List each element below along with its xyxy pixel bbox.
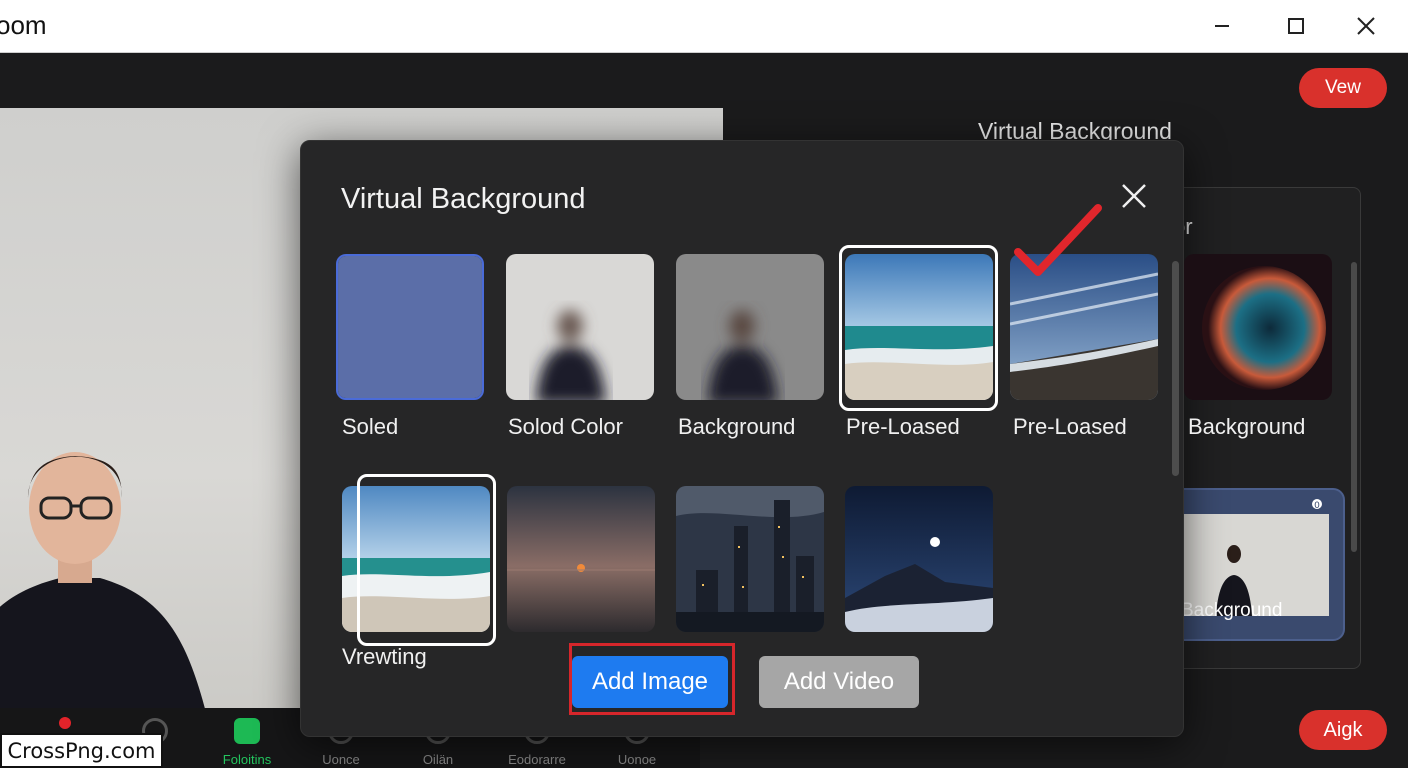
background-tile-blur-gray[interactable] bbox=[676, 254, 824, 400]
tile-label: Background bbox=[1188, 414, 1306, 439]
tile-label: Pre-Loased bbox=[846, 414, 960, 439]
toolbar-label: Uonoe bbox=[617, 752, 657, 767]
title-bar: oom bbox=[0, 0, 1408, 53]
dialog-scrollbar[interactable] bbox=[1172, 261, 1179, 476]
toolbar-label: Uonce bbox=[322, 752, 360, 767]
background-tile-blur-light[interactable] bbox=[506, 254, 654, 400]
recording-dot bbox=[59, 717, 71, 729]
side-card-label: Background bbox=[1181, 600, 1283, 621]
solid-color-swatch bbox=[338, 256, 482, 398]
add-video-button[interactable]: Add Video bbox=[759, 656, 919, 708]
add-image-button[interactable]: Add Image bbox=[572, 656, 728, 708]
mountain-stars-thumbnail bbox=[845, 486, 993, 632]
watermark: CrossPng.com bbox=[0, 733, 163, 768]
blurred-person-thumbnail bbox=[506, 254, 654, 400]
close-icon bbox=[1357, 17, 1375, 35]
background-tile-sunset[interactable] bbox=[507, 486, 655, 632]
toolbar-item-active[interactable]: Foloitins bbox=[202, 708, 292, 768]
maximize-icon bbox=[1288, 18, 1304, 34]
tile-label: Soled bbox=[342, 414, 399, 439]
participant-person-image bbox=[0, 452, 208, 718]
close-icon bbox=[1122, 184, 1146, 208]
bottom-right-red-button[interactable]: Aigk bbox=[1299, 710, 1387, 750]
tile-label: Vrewting bbox=[342, 644, 427, 669]
toolbar-label: Eodorarre bbox=[508, 752, 566, 767]
sunset-thumbnail bbox=[507, 486, 655, 632]
view-button[interactable]: Vew bbox=[1299, 68, 1387, 108]
dialog-close-button[interactable] bbox=[1117, 179, 1151, 213]
tile-label: Solod Color bbox=[508, 414, 623, 439]
tile-label: Pre-Loased bbox=[1013, 414, 1127, 439]
dialog-title: Virtual Background bbox=[341, 183, 586, 215]
toolbar-label: Oilän bbox=[422, 752, 454, 767]
tile-label: Background bbox=[678, 414, 796, 439]
checkmark-icon bbox=[1014, 204, 1102, 276]
share-icon bbox=[234, 718, 260, 744]
maximize-button[interactable] bbox=[1272, 8, 1320, 44]
blurred-person-thumbnail bbox=[676, 254, 824, 400]
selected-tile-frame bbox=[357, 474, 496, 646]
side-panel-scrollbar[interactable] bbox=[1351, 262, 1357, 552]
toolbar-label: Foloitins bbox=[222, 752, 272, 767]
background-tile-mountain[interactable] bbox=[845, 486, 993, 632]
window-close-button[interactable] bbox=[1342, 8, 1390, 44]
background-tile-city[interactable] bbox=[676, 486, 824, 632]
space-orb-thumbnail bbox=[1184, 254, 1332, 400]
city-night-thumbnail bbox=[676, 486, 824, 632]
minimize-icon bbox=[1215, 25, 1229, 27]
background-tile-space[interactable] bbox=[1184, 254, 1332, 400]
side-card-badge: 0 bbox=[1314, 501, 1320, 511]
app-title: oom bbox=[0, 10, 47, 40]
minimize-button[interactable] bbox=[1198, 8, 1246, 44]
selected-tile-frame bbox=[839, 245, 998, 411]
background-tile-solid[interactable] bbox=[336, 254, 484, 400]
